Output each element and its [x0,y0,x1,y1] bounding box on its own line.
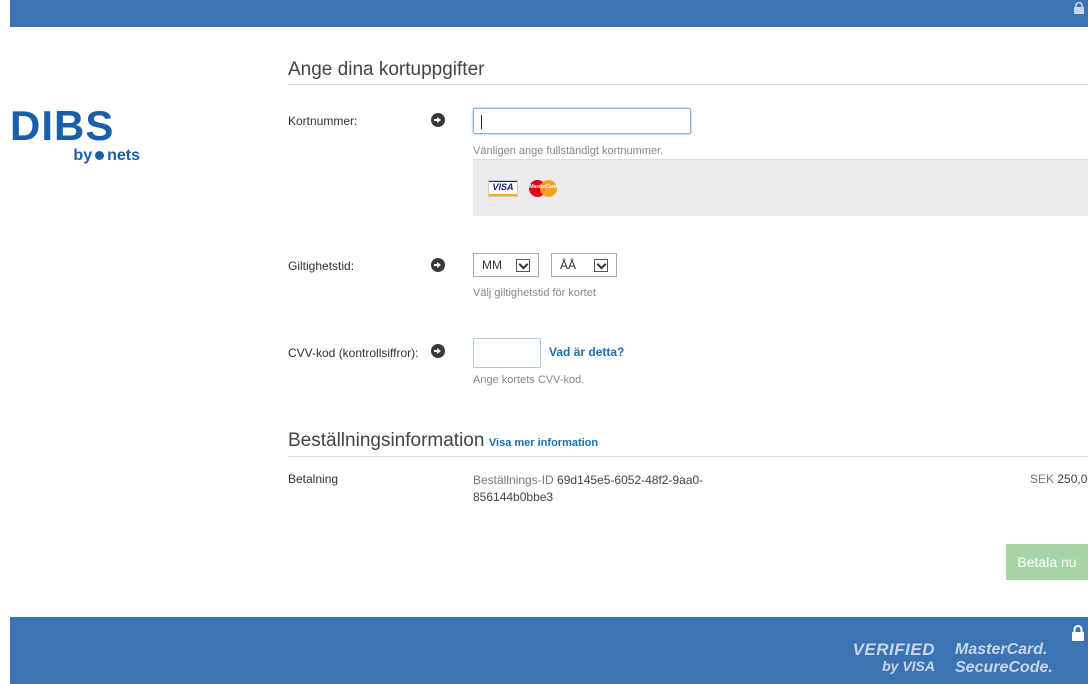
expiry-label: Giltighetstid: [288,259,355,273]
order-amount: SEK 250,00 [1030,472,1088,486]
card-number-hint: Vänligen ange fullständigt kortnummer. [473,145,664,157]
show-more-info-link[interactable]: Visa mer information [489,437,598,449]
arrow-right-icon [431,113,445,127]
logo-byline: by nets [73,147,140,165]
order-row-label: Betalning [288,472,339,486]
chevron-down-icon [594,259,608,272]
logo-byline-suffix: nets [107,147,140,164]
card-section-title: Ange dina kortuppgifter [288,59,485,80]
securecode-text: SecureCode. [955,659,1053,676]
verified-by-visa-logo: VERIFIED by VISA [840,641,935,674]
order-section-title: Beställningsinformation [288,430,485,451]
card-number-label: Kortnummer: [288,114,358,128]
visa-stripe-bottom [489,194,517,196]
arrow-right-icon [431,258,445,272]
order-currency: SEK [1030,472,1055,486]
expiry-month-select[interactable]: MM [473,253,539,277]
top-bar [10,0,1088,27]
logo-byline-prefix: by [73,147,93,164]
nets-dot-icon [95,150,105,160]
expiry-month-value: MM [482,258,502,272]
mastercard-card-text: MasterCard [529,184,557,190]
order-id-label: Beställnings-ID [473,473,554,487]
mastercard-securecode-logo: MasterCard. SecureCode. [955,641,1055,676]
cvv-input[interactable] [473,338,541,368]
expiry-hint: Välj giltighetstid för kortet [473,287,596,299]
card-number-input[interactable] [473,108,691,134]
logo-wordmark: DIBS [10,102,115,149]
mastercard-text: MasterCard. [955,641,1048,658]
order-amount-value: 250,00 [1057,472,1088,486]
card-section-divider [288,84,1088,85]
visa-card-icon: VISA [488,180,518,197]
expiry-year-select[interactable]: ÅÅ [551,253,617,277]
cvv-label: CVV-kod (kontrollsiffror): [288,346,419,360]
cvv-hint: Ange kortets CVV-kod. [473,374,585,386]
chevron-down-icon [516,259,530,272]
lock-icon [1074,2,1084,14]
order-section-header: Beställningsinformation Visa mer informa… [288,430,598,452]
lock-icon [1072,625,1084,641]
visa-card-text: VISA [492,182,514,192]
expiry-year-value: ÅÅ [560,258,577,272]
verified-text: VERIFIED [852,640,935,659]
visa-stripe-top [489,181,517,182]
mastercard-card-icon: MasterCard [527,179,559,198]
arrow-right-icon [431,344,445,358]
dibs-logo: DIBS by nets [10,102,150,171]
order-id-value-line2: 856144b0bbe3 [473,490,554,504]
by-visa-text: by VISA [882,658,935,674]
text-caret [481,115,482,129]
pay-now-button[interactable]: Betala nu [1006,544,1088,580]
cvv-help-link[interactable]: Vad är detta? [549,345,624,359]
accepted-cards-box: VISA MasterCard [473,159,1088,216]
order-section-divider [288,456,1088,457]
footer-bar: VERIFIED by VISA MasterCard. SecureCode. [10,617,1088,684]
order-id-value-line1: 69d145e5-6052-48f2-9aa0- [557,473,704,487]
order-id-block: Beställnings-ID 69d145e5-6052-48f2-9aa0-… [473,472,773,506]
